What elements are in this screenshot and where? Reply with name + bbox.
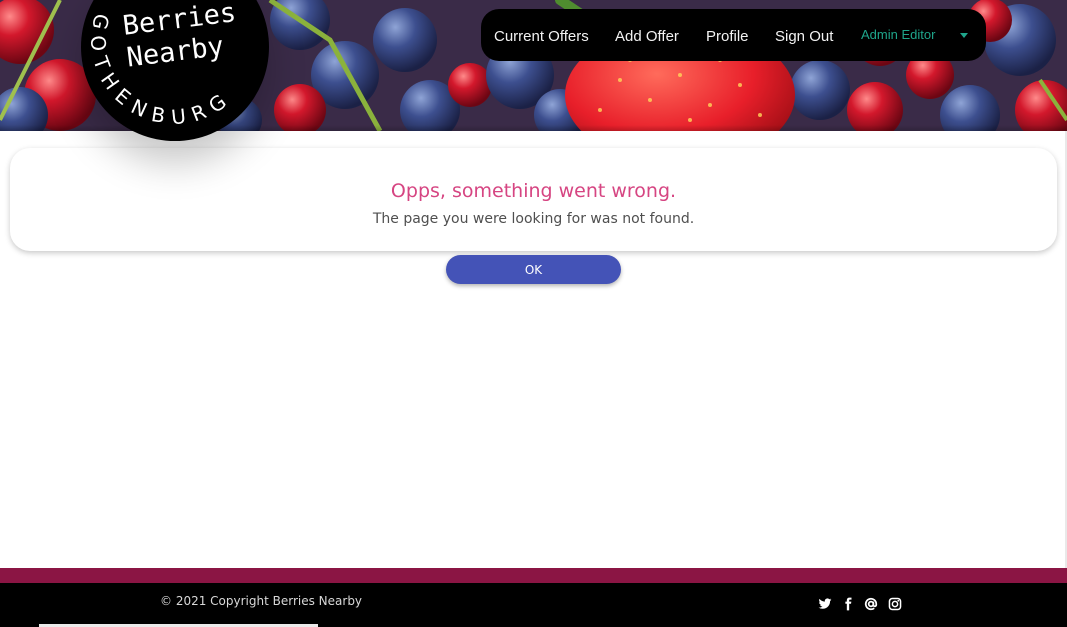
email-icon[interactable]	[864, 597, 878, 611]
twitter-icon[interactable]	[818, 597, 832, 611]
footer: © 2021 Copyright Berries Nearby	[0, 583, 1067, 627]
ok-button[interactable]: OK	[446, 255, 621, 284]
nav-add-offer[interactable]: Add Offer	[615, 9, 679, 61]
caret-down-icon[interactable]	[960, 33, 968, 38]
error-title: Opps, something went wrong.	[390, 180, 677, 202]
main-navigation: Current Offers Add Offer Profile Sign Ou…	[481, 9, 986, 61]
copyright-text: © 2021 Copyright Berries Nearby	[160, 594, 363, 608]
user-menu[interactable]: Admin Editor	[861, 9, 935, 61]
nav-sign-out[interactable]: Sign Out	[775, 9, 833, 61]
error-card: Opps, something went wrong. The page you…	[10, 148, 1057, 251]
berries-nearby-logo[interactable]: GOTHENBURG Berries Nearby	[81, 0, 269, 141]
footer-stripe	[0, 568, 1067, 583]
nav-profile[interactable]: Profile	[706, 9, 749, 61]
instagram-icon[interactable]	[888, 597, 902, 611]
nav-current-offers[interactable]: Current Offers	[494, 9, 589, 61]
error-message: The page you were looking for was not fo…	[372, 211, 695, 227]
facebook-icon[interactable]	[841, 597, 855, 611]
